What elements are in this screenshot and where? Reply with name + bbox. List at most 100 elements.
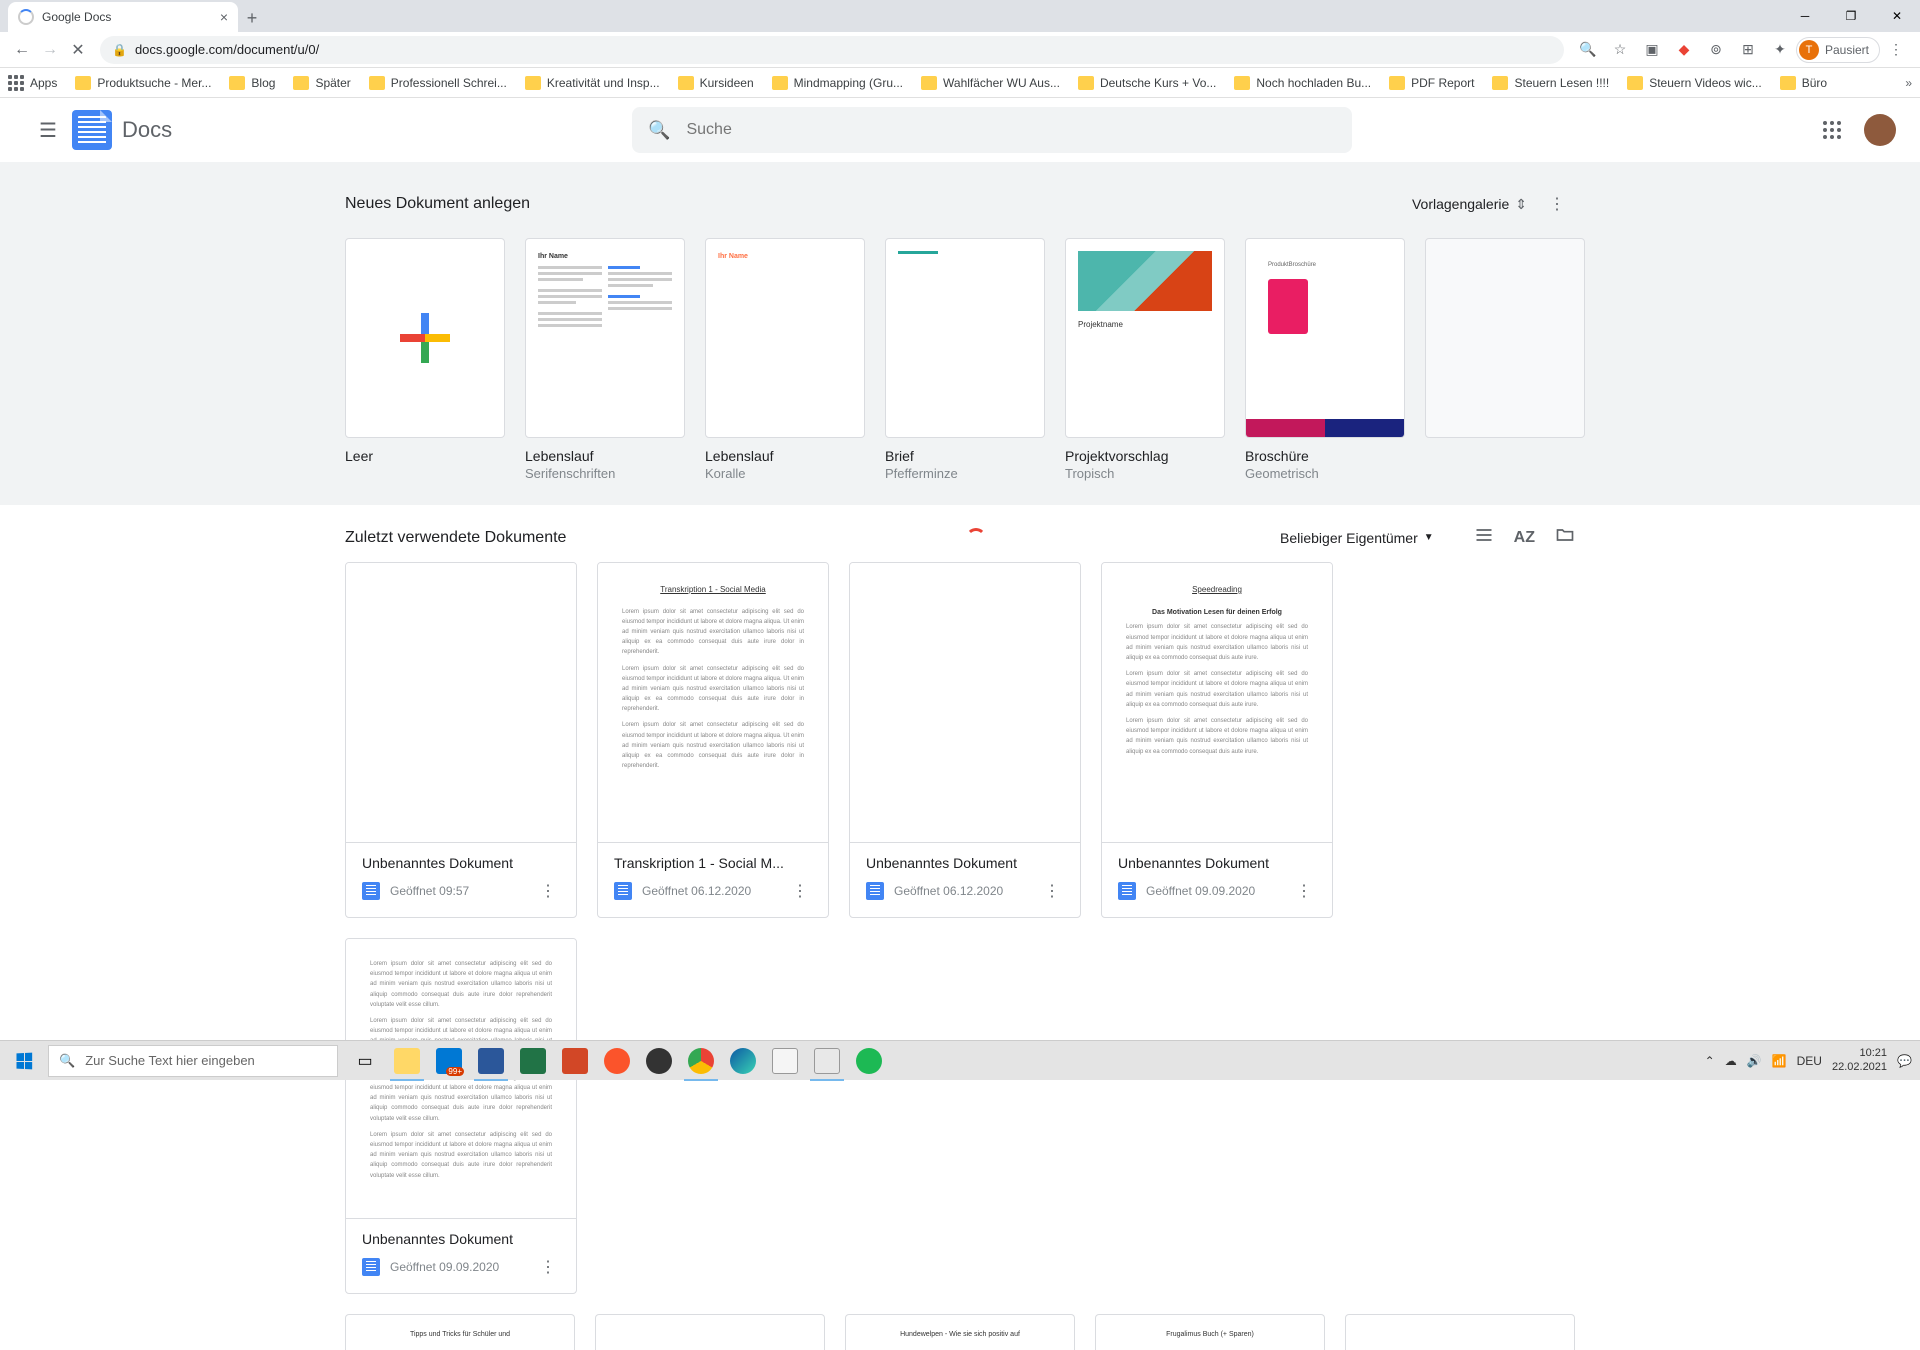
taskbar-app-spotify[interactable] [848,1041,890,1081]
doc-title: Unbenanntes Dokument [362,1231,560,1247]
template-blank[interactable]: Leer [345,238,505,481]
tab-close-icon[interactable]: × [220,9,228,25]
unfold-icon: ⇕ [1515,197,1527,211]
doc-more-button[interactable]: ⋮ [788,877,812,905]
bookmarks-overflow-icon[interactable]: » [1905,76,1912,90]
forward-button[interactable]: → [36,36,64,64]
taskbar-app-mail[interactable]: 99+ [428,1041,470,1081]
extension-icon-3[interactable]: ⊚ [1702,36,1730,64]
bookmark-item[interactable]: Mindmapping (Gru... [772,76,903,90]
window-minimize-button[interactable]: ─ [1782,0,1828,32]
bookmark-item[interactable]: Steuern Videos wic... [1627,76,1762,90]
tray-chevron-icon[interactable]: ⌃ [1705,1054,1715,1068]
docs-file-icon [866,882,884,900]
docs-logo-icon[interactable] [72,110,112,150]
doc-more-button[interactable]: ⋮ [1292,877,1316,905]
tray-notifications-icon[interactable]: 💬 [1897,1054,1912,1068]
apps-shortcut[interactable]: Apps [8,75,57,91]
google-apps-button[interactable] [1812,110,1852,150]
bookmark-item[interactable]: Professionell Schrei... [369,76,507,90]
template-letter[interactable]: Brief Pfefferminze [885,238,1045,481]
profile-avatar-icon: T [1799,40,1819,60]
account-avatar[interactable] [1864,114,1896,146]
search-box[interactable]: 🔍 [632,107,1352,153]
templates-more-button[interactable]: ⋮ [1539,186,1575,222]
sort-button[interactable]: A͏Z [1514,529,1535,547]
extension-icon-4[interactable]: ⊞ [1734,36,1762,64]
bookmark-item[interactable]: Noch hochladen Bu... [1234,76,1371,90]
taskbar-app-excel[interactable] [512,1041,554,1081]
bookmark-item[interactable]: PDF Report [1389,76,1474,90]
template-loading [1425,238,1585,481]
taskbar-app-notepad[interactable] [764,1041,806,1081]
back-button[interactable]: ← [8,36,36,64]
extension-icon-2[interactable]: ◆ [1670,36,1698,64]
open-folder-button[interactable] [1555,525,1575,550]
template-resume-serif[interactable]: Ihr Name Lebenslauf Serifenschriften [525,238,685,481]
profile-paused-badge[interactable]: T Pausiert [1796,37,1880,63]
new-tab-button[interactable]: + [238,4,266,32]
doc-card[interactable]: Unbenanntes Dokument Geöffnet 06.12.2020… [849,562,1081,918]
template-project-proposal[interactable]: Projektname Projektvorschlag Tropisch [1065,238,1225,481]
doc-card[interactable] [595,1314,825,1350]
doc-card[interactable] [1345,1314,1575,1350]
doc-card[interactable]: Frugalimus Buch (+ Sparen) [1095,1314,1325,1350]
reload-button[interactable]: ✕ [64,36,92,64]
taskbar-app-brave[interactable] [596,1041,638,1081]
taskbar-app-generic[interactable] [806,1041,848,1081]
taskbar-app-chrome[interactable] [680,1041,722,1081]
tray-volume-icon[interactable]: 🔊 [1747,1054,1762,1068]
tray-network-icon[interactable]: 📶 [1772,1054,1787,1068]
main-menu-button[interactable]: ☰ [24,106,72,154]
browser-menu-icon[interactable]: ⋮ [1882,36,1910,64]
taskbar-search[interactable]: 🔍 Zur Suche Text hier eingeben [48,1045,338,1077]
search-icon: 🔍 [59,1053,75,1069]
doc-card[interactable]: Hundewelpen - Wie sie sich positiv auf [845,1314,1075,1350]
tray-language[interactable]: DEU [1797,1054,1822,1068]
window-maximize-button[interactable]: ❐ [1828,0,1874,32]
bookmark-item[interactable]: Büro [1780,76,1827,90]
bookmark-item[interactable]: Blog [229,76,275,90]
bookmark-item[interactable]: Steuern Lesen !!!! [1492,76,1609,90]
taskbar-app-explorer[interactable] [386,1041,428,1081]
address-bar[interactable]: 🔒 docs.google.com/document/u/0/ [100,36,1564,64]
taskbar-app-powerpoint[interactable] [554,1041,596,1081]
template-brochure[interactable]: ProduktBroschüre Broschüre Geometrisch [1245,238,1405,481]
bookmark-item[interactable]: Deutsche Kurs + Vo... [1078,76,1216,90]
start-button[interactable] [0,1041,48,1081]
owner-filter-dropdown[interactable]: Beliebiger Eigentümer ▼ [1280,530,1434,546]
doc-more-button[interactable]: ⋮ [1040,877,1064,905]
tray-clock[interactable]: 10:21 22.02.2021 [1832,1047,1887,1073]
url-text: docs.google.com/document/u/0/ [135,42,319,57]
extensions-puzzle-icon[interactable]: ✦ [1766,36,1794,64]
doc-title: Unbenanntes Dokument [1118,855,1316,871]
task-view-button[interactable]: ▭ [344,1041,386,1081]
doc-card[interactable]: Transkription 1 - Social Media Lorem ips… [597,562,829,918]
doc-more-button[interactable]: ⋮ [536,877,560,905]
doc-card[interactable]: Unbenanntes Dokument Geöffnet 09:57 ⋮ [345,562,577,918]
bookmark-star-icon[interactable]: ☆ [1606,36,1634,64]
bookmark-item[interactable]: Kursideen [678,76,754,90]
templates-title: Neues Dokument anlegen [345,195,530,213]
window-close-button[interactable]: ✕ [1874,0,1920,32]
doc-thumbnail: Speedreading Das Motivation Lesen für de… [1102,563,1332,843]
bookmark-item[interactable]: Wahlfächer WU Aus... [921,76,1060,90]
taskbar-app-edge[interactable] [722,1041,764,1081]
tray-cloud-icon[interactable]: ☁ [1725,1054,1737,1068]
taskbar-app-obs[interactable] [638,1041,680,1081]
browser-tab[interactable]: Google Docs × [8,2,238,32]
doc-card[interactable]: Lorem ipsum dolor sit amet consectetur a… [345,938,577,1294]
zoom-icon[interactable]: 🔍 [1574,36,1602,64]
bookmark-item[interactable]: Produktsuche - Mer... [75,76,211,90]
doc-card[interactable]: Speedreading Das Motivation Lesen für de… [1101,562,1333,918]
bookmark-item[interactable]: Kreativität und Insp... [525,76,660,90]
taskbar-app-word[interactable] [470,1041,512,1081]
search-input[interactable] [686,121,1336,139]
template-resume-coral[interactable]: Ihr Name Lebenslauf Koralle [705,238,865,481]
extension-icon[interactable]: ▣ [1638,36,1666,64]
template-gallery-button[interactable]: Vorlagengalerie ⇕ [1412,196,1527,212]
bookmark-item[interactable]: Später [293,76,350,90]
doc-more-button[interactable]: ⋮ [536,1253,560,1281]
list-view-button[interactable] [1474,525,1494,550]
doc-card[interactable]: Tipps und Tricks für Schüler und [345,1314,575,1350]
